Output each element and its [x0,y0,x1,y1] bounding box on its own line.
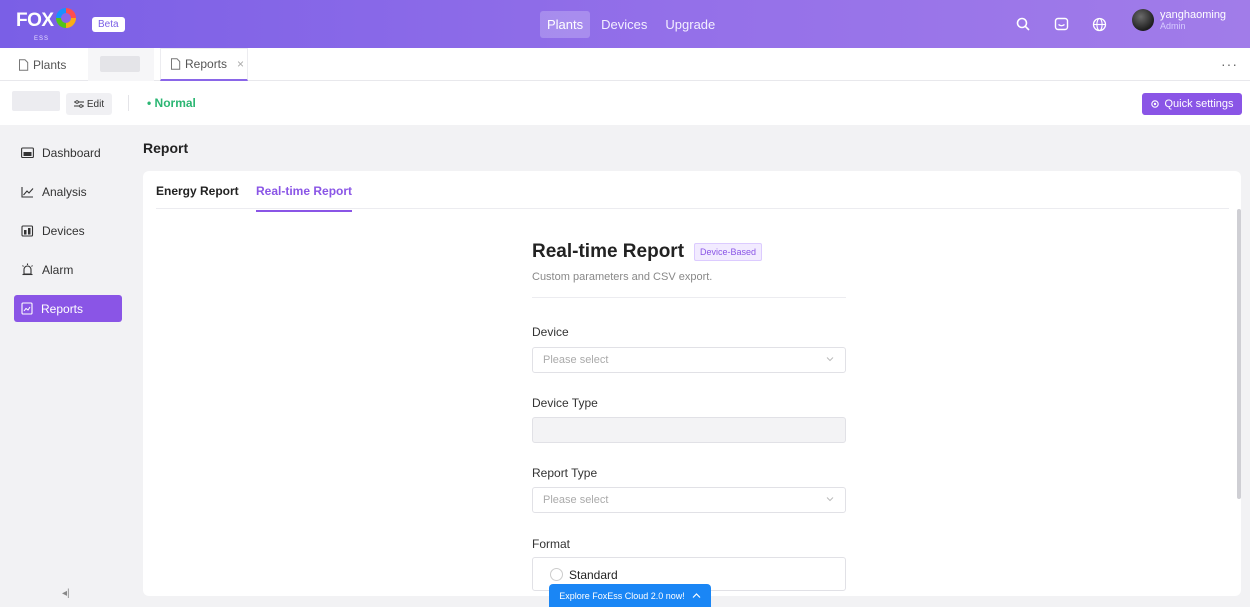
tab-plant-name[interactable] [88,48,154,81]
tab-plants[interactable]: Plants [18,48,66,81]
globe-icon[interactable] [1089,14,1109,34]
page-title: Report [143,140,189,156]
collapse-sidebar-icon[interactable]: ◂| [62,588,70,599]
sidebar-item-label: Alarm [42,262,74,277]
alarm-icon [22,263,33,276]
edit-label: Edit [86,98,105,110]
reports-icon [21,302,33,315]
form-subtitle: Custom parameters and CSV export. [532,271,713,283]
report-type-select[interactable]: Please select [532,487,846,513]
tab-row: Plants Reports × ··· [0,48,1250,81]
fox-logo[interactable]: FOX ESS [16,8,76,42]
sidebar-item-label: Devices [42,223,85,238]
report-card: Energy Report Real-time Report Real-time… [143,171,1241,596]
divider [128,95,129,111]
form-title-text: Real-time Report [532,241,685,262]
user-role: Admin [1160,21,1186,31]
logo-text: FOX [16,10,54,31]
top-nav: Plants Devices Upgrade [540,11,722,38]
beta-badge: Beta [92,17,125,32]
quick-settings-button[interactable]: Quick settings [1142,93,1242,115]
user-name: yanghaoming [1160,9,1227,21]
tab-energy-report[interactable]: Energy Report [156,184,239,210]
top-bar: FOX ESS Beta Plants Devices Upgrade yang… [0,0,1250,48]
tab-reports[interactable]: Reports × [160,48,248,81]
sliders-icon [73,100,84,108]
device-label: Device [532,325,569,339]
close-icon[interactable]: × [237,57,244,71]
real-time-report-form: Real-time Report Device-Based Custom par… [532,241,846,591]
sidebar-item-label: Reports [41,301,84,316]
edit-button[interactable]: Edit [66,93,112,115]
report-type-placeholder: Please select [543,494,609,506]
chevron-up-icon [692,593,701,598]
device-type-field [532,417,846,443]
message-icon[interactable] [1051,14,1071,34]
plant-status-bar: Edit • Normal Quick settings [0,81,1250,125]
sidebar-item-analysis[interactable]: Analysis [14,178,122,205]
top-icons [1013,14,1109,34]
gear-icon [1151,100,1160,108]
status-badge: • Normal [147,96,196,110]
device-placeholder: Please select [543,354,609,366]
explore-banner-text: Explore FoxEss Cloud 2.0 now! [559,590,685,601]
tab-reports-label: Reports [185,57,228,71]
status-text: Normal [154,96,196,110]
search-icon[interactable] [1013,14,1033,34]
logo-subtext: ESS [34,36,50,42]
format-label: Format [532,537,571,551]
logo-ring-icon [55,8,76,28]
form-divider [532,297,846,298]
report-type-label: Report Type [532,466,598,480]
explore-banner[interactable]: Explore FoxEss Cloud 2.0 now! [549,584,711,607]
sidebar-item-label: Dashboard [42,145,101,160]
sidebar-item-dashboard[interactable]: Dashboard [14,139,122,166]
chevron-down-icon [825,354,835,366]
scrollbar[interactable] [1237,209,1241,499]
plant-name-placeholder [12,91,60,111]
nav-devices[interactable]: Devices [594,11,654,38]
device-type-label: Device Type [532,396,598,410]
chevron-down-icon [825,494,835,506]
sidebar-item-reports[interactable]: Reports [14,295,122,322]
standard-radio[interactable] [550,568,563,581]
tab-plants-label: Plants [33,57,67,72]
device-select[interactable]: Please select [532,347,846,373]
sidebar-item-alarm[interactable]: Alarm [14,256,122,283]
tab-divider [156,208,1229,209]
sidebar-item-label: Analysis [42,184,87,199]
quick-settings-label: Quick settings [1164,98,1234,110]
device-based-badge: Device-Based [694,243,763,261]
nav-plants[interactable]: Plants [540,11,591,38]
sidebar-item-devices[interactable]: Devices [14,217,122,244]
nav-upgrade[interactable]: Upgrade [658,11,722,38]
user-menu[interactable]: yanghaoming Admin [1132,9,1226,31]
sidebar: Dashboard Analysis Devices Alarm Reports… [0,125,136,607]
more-icon[interactable]: ··· [1221,56,1238,72]
avatar [1132,9,1154,31]
devices-icon [21,224,34,237]
form-title: Real-time Report Device-Based [532,241,846,263]
analysis-icon [21,186,34,198]
dashboard-icon [21,146,34,158]
document-icon [171,58,181,70]
standard-label: Standard [569,568,618,582]
document-icon [19,58,29,71]
